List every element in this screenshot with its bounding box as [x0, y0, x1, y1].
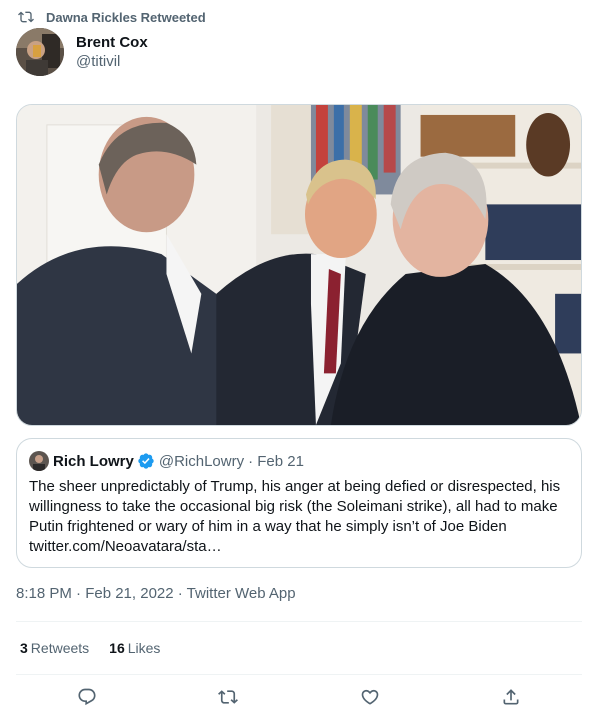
- retweets-count: 3: [20, 640, 28, 656]
- quote-text: The sheer unpredictably of Trump, his an…: [29, 478, 561, 555]
- retweets-stat[interactable]: 3 Retweets: [20, 640, 89, 656]
- quoted-tweet[interactable]: Rich Lowry @RichLowry · Feb 21 The sheer…: [16, 438, 582, 568]
- reply-button[interactable]: [70, 684, 104, 710]
- divider: [16, 674, 582, 675]
- quote-date: · Feb 21: [248, 452, 304, 470]
- like-button[interactable]: [353, 684, 387, 710]
- quote-avatar: [29, 451, 49, 471]
- like-icon: [361, 689, 379, 705]
- photo-image: [17, 105, 581, 425]
- retweet-icon: [218, 690, 239, 704]
- likes-count: 16: [109, 640, 125, 656]
- author-name[interactable]: Brent Cox: [76, 34, 148, 52]
- share-icon: [503, 689, 519, 705]
- quoted-tweet-header: Rich Lowry @RichLowry · Feb 21: [29, 451, 569, 471]
- tweet-stats: 3 Retweets 16 Likes: [20, 638, 180, 658]
- retweet-button[interactable]: [211, 684, 245, 710]
- share-button[interactable]: [494, 684, 528, 710]
- author-handle[interactable]: @titivil: [76, 52, 148, 72]
- retweet-icon: [18, 11, 34, 23]
- divider: [16, 621, 582, 622]
- quote-author-name: Rich Lowry: [53, 452, 134, 470]
- likes-label: Likes: [127, 640, 161, 656]
- tweet-actions: [16, 684, 582, 710]
- retweets-label: Retweets: [30, 640, 90, 656]
- tweet-author: Brent Cox @titivil: [16, 28, 148, 76]
- tweet-timestamp[interactable]: 8:18 PM · Feb 21, 2022 · Twitter Web App: [16, 584, 296, 604]
- likes-stat[interactable]: 16 Likes: [109, 640, 160, 656]
- avatar[interactable]: [16, 28, 64, 76]
- retweet-context-label: Dawna Rickles Retweeted: [46, 9, 206, 25]
- verified-badge-icon: [138, 453, 154, 469]
- quote-author-handle: @RichLowry: [158, 452, 245, 470]
- tweet-photo[interactable]: [16, 104, 582, 426]
- retweet-context[interactable]: Dawna Rickles Retweeted: [18, 8, 206, 26]
- reply-icon: [78, 688, 96, 706]
